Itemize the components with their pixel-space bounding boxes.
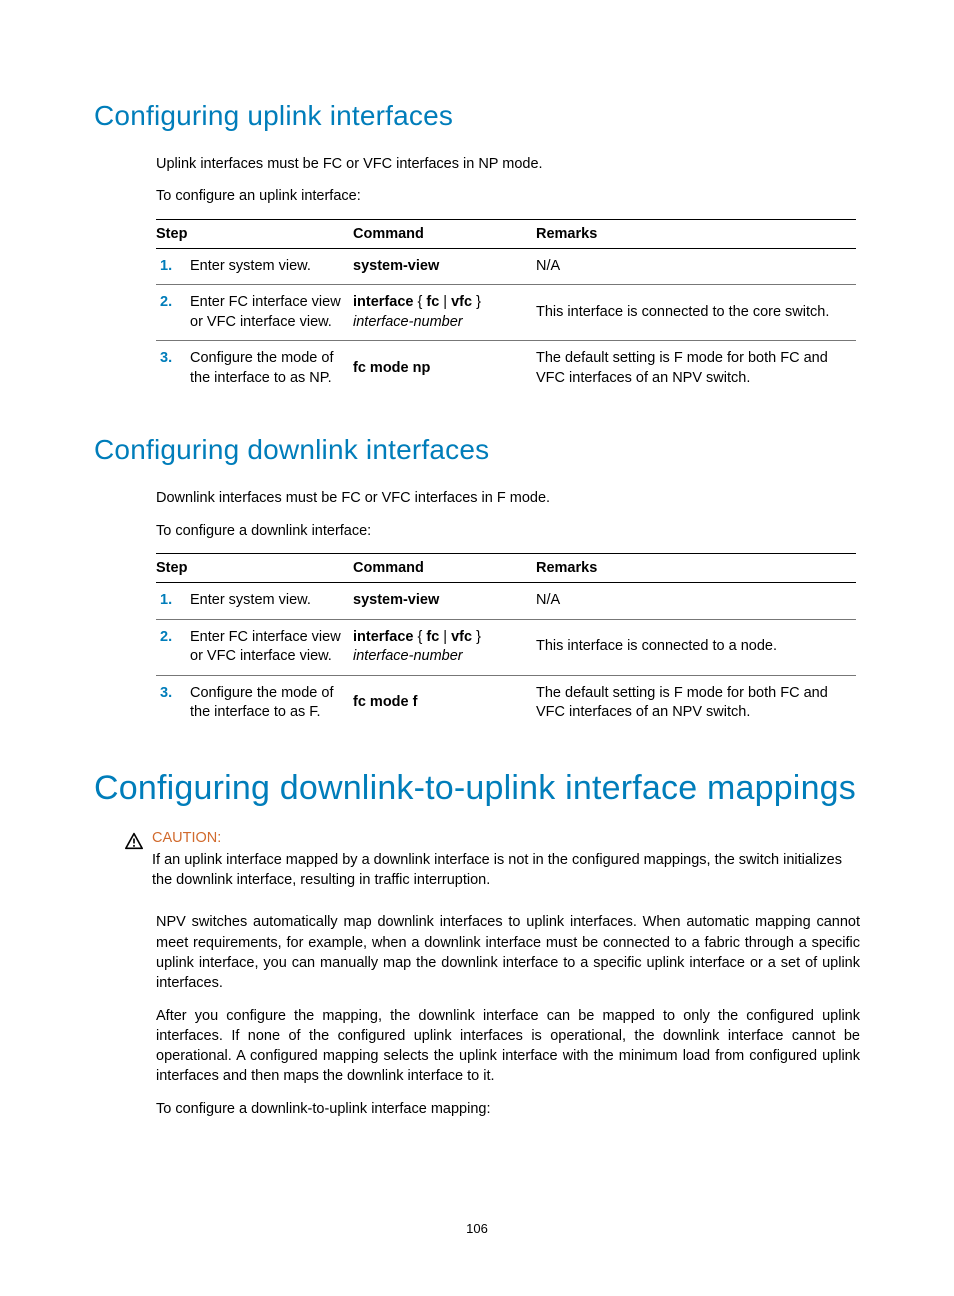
step-command: interface { fc | vfc } interface-number — [349, 619, 532, 675]
caution-icon — [124, 830, 152, 854]
page-number: 106 — [0, 1221, 954, 1236]
paragraph: Downlink interfaces must be FC or VFC in… — [156, 488, 860, 508]
step-number: 3. — [156, 675, 186, 731]
step-remarks: The default setting is F mode for both F… — [532, 341, 856, 397]
heading-mappings: Configuring downlink-to-uplink interface… — [94, 769, 860, 808]
heading-downlink: Configuring downlink interfaces — [94, 434, 860, 466]
caution-body: If an uplink interface mapped by a downl… — [152, 850, 860, 891]
step-desc: Enter system view. — [186, 248, 349, 285]
col-remarks: Remarks — [532, 554, 856, 583]
table-row: 2. Enter FC interface view or VFC interf… — [156, 619, 856, 675]
caution-block: CAUTION: If an uplink interface mapped b… — [124, 830, 860, 891]
step-desc: Configure the mode of the interface to a… — [186, 675, 349, 731]
table-row: 1. Enter system view. system-view N/A — [156, 248, 856, 285]
col-command: Command — [349, 554, 532, 583]
caution-label: CAUTION: — [152, 830, 860, 846]
col-remarks: Remarks — [532, 219, 856, 248]
step-command: system-view — [349, 248, 532, 285]
paragraph: To configure a downlink-to-uplink interf… — [156, 1099, 860, 1119]
table-row: 1. Enter system view. system-view N/A — [156, 583, 856, 620]
paragraph: To configure an uplink interface: — [156, 186, 860, 206]
table-row: 2. Enter FC interface view or VFC interf… — [156, 285, 856, 341]
step-desc: Enter FC interface view or VFC interface… — [186, 619, 349, 675]
step-command: system-view — [349, 583, 532, 620]
step-desc: Enter FC interface view or VFC interface… — [186, 285, 349, 341]
step-number: 2. — [156, 619, 186, 675]
step-number: 2. — [156, 285, 186, 341]
step-number: 1. — [156, 583, 186, 620]
step-remarks: N/A — [532, 583, 856, 620]
table-row: 3. Configure the mode of the interface t… — [156, 341, 856, 397]
paragraph: NPV switches automatically map downlink … — [156, 912, 860, 993]
step-desc: Configure the mode of the interface to a… — [186, 341, 349, 397]
step-command: interface { fc | vfc } interface-number — [349, 285, 532, 341]
step-remarks: This interface is connected to a node. — [532, 619, 856, 675]
step-remarks: This interface is connected to the core … — [532, 285, 856, 341]
step-remarks: N/A — [532, 248, 856, 285]
col-command: Command — [349, 219, 532, 248]
step-remarks: The default setting is F mode for both F… — [532, 675, 856, 731]
paragraph: Uplink interfaces must be FC or VFC inte… — [156, 154, 860, 174]
table-row: 3. Configure the mode of the interface t… — [156, 675, 856, 731]
step-number: 1. — [156, 248, 186, 285]
step-command: fc mode f — [349, 675, 532, 731]
step-desc: Enter system view. — [186, 583, 349, 620]
col-step: Step — [156, 219, 349, 248]
downlink-table: Step Command Remarks 1. Enter system vie… — [156, 553, 856, 731]
step-command: fc mode np — [349, 341, 532, 397]
paragraph: After you configure the mapping, the dow… — [156, 1006, 860, 1087]
heading-uplink: Configuring uplink interfaces — [94, 100, 860, 132]
step-number: 3. — [156, 341, 186, 397]
paragraph: To configure a downlink interface: — [156, 521, 860, 541]
uplink-table: Step Command Remarks 1. Enter system vie… — [156, 219, 856, 397]
col-step: Step — [156, 554, 349, 583]
